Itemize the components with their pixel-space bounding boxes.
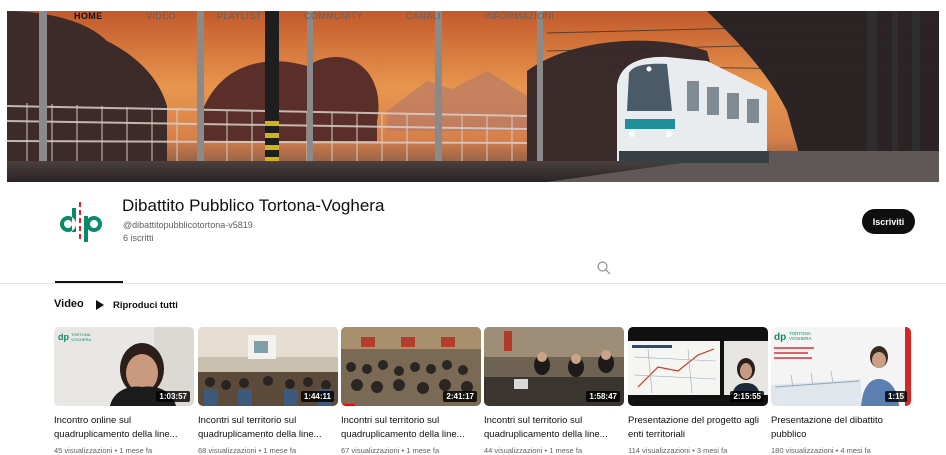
video-card[interactable]: dp TORTONA VOGHERA 1:15 Presentazione de… [771,327,911,455]
channel-name: Dibattito Pubblico Tortona-Voghera [122,196,385,215]
section-title: Video [54,298,84,310]
meta-separator: • [835,446,839,455]
upload-age: 3 mesi fa [696,446,728,455]
upload-age: 1 mese fa [406,446,440,455]
svg-text:dp: dp [58,332,69,342]
tab-video[interactable]: VIDEO [146,5,176,27]
video-duration: 1:44:11 [300,391,334,402]
video-title[interactable]: Incontri sul territorio sul quadruplicam… [198,414,338,442]
tab-home[interactable]: HOME [74,5,103,27]
meta-separator: • [114,446,118,455]
svg-text:dp: dp [774,332,786,343]
video-meta: 180 visualizzazioni • 4 mesi fa [771,446,911,455]
video-card[interactable]: 1:58:47 Incontri sul territorio sul quad… [484,327,624,455]
video-thumbnail[interactable]: 1:44:11 [198,327,338,406]
thumb-brand-voghera: VOGHERA [789,336,812,341]
view-count: 180 visualizzazioni [771,446,834,455]
video-card[interactable]: 2:41:17 Incontri sul territorio sul quad… [341,327,481,455]
view-count: 114 visualizzazioni [628,446,690,455]
video-duration: 1:15 [884,391,907,402]
search-icon[interactable] [596,260,612,276]
video-duration: 1:58:47 [586,391,620,402]
video-duration: 2:41:17 [443,391,477,402]
play-all-label: Riproduci tutti [113,299,178,311]
subscribe-button[interactable]: Iscriviti [862,209,915,234]
video-duration: 1:03:57 [156,391,190,402]
tabs-divider [0,283,946,284]
upload-age: 1 mese fa [119,446,153,455]
video-title[interactable]: Incontro online sul quadruplicamento del… [54,414,194,442]
view-count: 67 visualizzazioni [341,446,400,455]
video-card[interactable]: dp TORTONA VOGHERA 1:03:57 Incontro onli… [54,327,194,455]
video-meta: 114 visualizzazioni • 3 mesi fa [628,446,768,455]
video-title[interactable]: Incontri sul territorio sul quadruplicam… [484,414,624,442]
video-thumbnail[interactable]: 2:15:55 [628,327,768,406]
watch-progress-bar [341,404,355,406]
play-icon [96,300,104,310]
view-count: 68 visualizzazioni [198,446,257,455]
view-count: 45 visualizzazioni [54,446,113,455]
video-title[interactable]: Incontri sul territorio sul quadruplicam… [341,414,481,442]
tab-playlist[interactable]: PLAYLIST [217,5,262,27]
video-thumbnail[interactable]: dp TORTONA VOGHERA 1:03:57 [54,327,194,406]
video-meta: 67 visualizzazioni • 1 mese fa [341,446,481,455]
channel-handle: @dibattitopubblicotortona-v5819 [123,220,253,230]
subscriber-count: 6 iscritti [123,233,154,243]
video-meta: 44 visualizzazioni • 1 mese fa [484,446,624,455]
thumb-brand-voghera: VOGHERA [71,337,91,342]
video-meta: 68 visualizzazioni • 1 mese fa [198,446,338,455]
video-card[interactable]: 2:15:55 Presentazione del progetto agli … [628,327,768,455]
upload-age: 4 mesi fa [840,446,871,455]
video-duration: 2:15:55 [730,391,764,402]
video-meta: 45 visualizzazioni • 1 mese fa [54,446,194,455]
channel-avatar[interactable] [52,194,108,250]
meta-separator: • [401,446,405,455]
play-all-button[interactable]: Riproduci tutti [96,298,178,312]
upload-age: 1 mese fa [549,446,583,455]
tab-informazioni[interactable]: INFORMAZIONI [484,5,554,27]
video-title[interactable]: Presentazione del dibattito pubblico [771,414,911,442]
video-card[interactable]: 1:44:11 Incontri sul territorio sul quad… [198,327,338,455]
video-thumbnail[interactable]: 2:41:17 [341,327,481,406]
meta-separator: • [258,446,262,455]
meta-separator: • [692,446,695,455]
upload-age: 1 mese fa [263,446,297,455]
video-title[interactable]: Presentazione del progetto agli enti ter… [628,414,768,442]
tab-canali[interactable]: CANALI [406,5,441,27]
view-count: 44 visualizzazioni [484,446,543,455]
video-thumbnail[interactable]: 1:58:47 [484,327,624,406]
tab-community[interactable]: COMMUNITY [304,5,363,27]
video-thumbnail[interactable]: dp TORTONA VOGHERA 1:15 [771,327,911,406]
meta-separator: • [544,446,548,455]
dp-logo-icon [60,202,102,242]
channel-banner [7,11,939,182]
